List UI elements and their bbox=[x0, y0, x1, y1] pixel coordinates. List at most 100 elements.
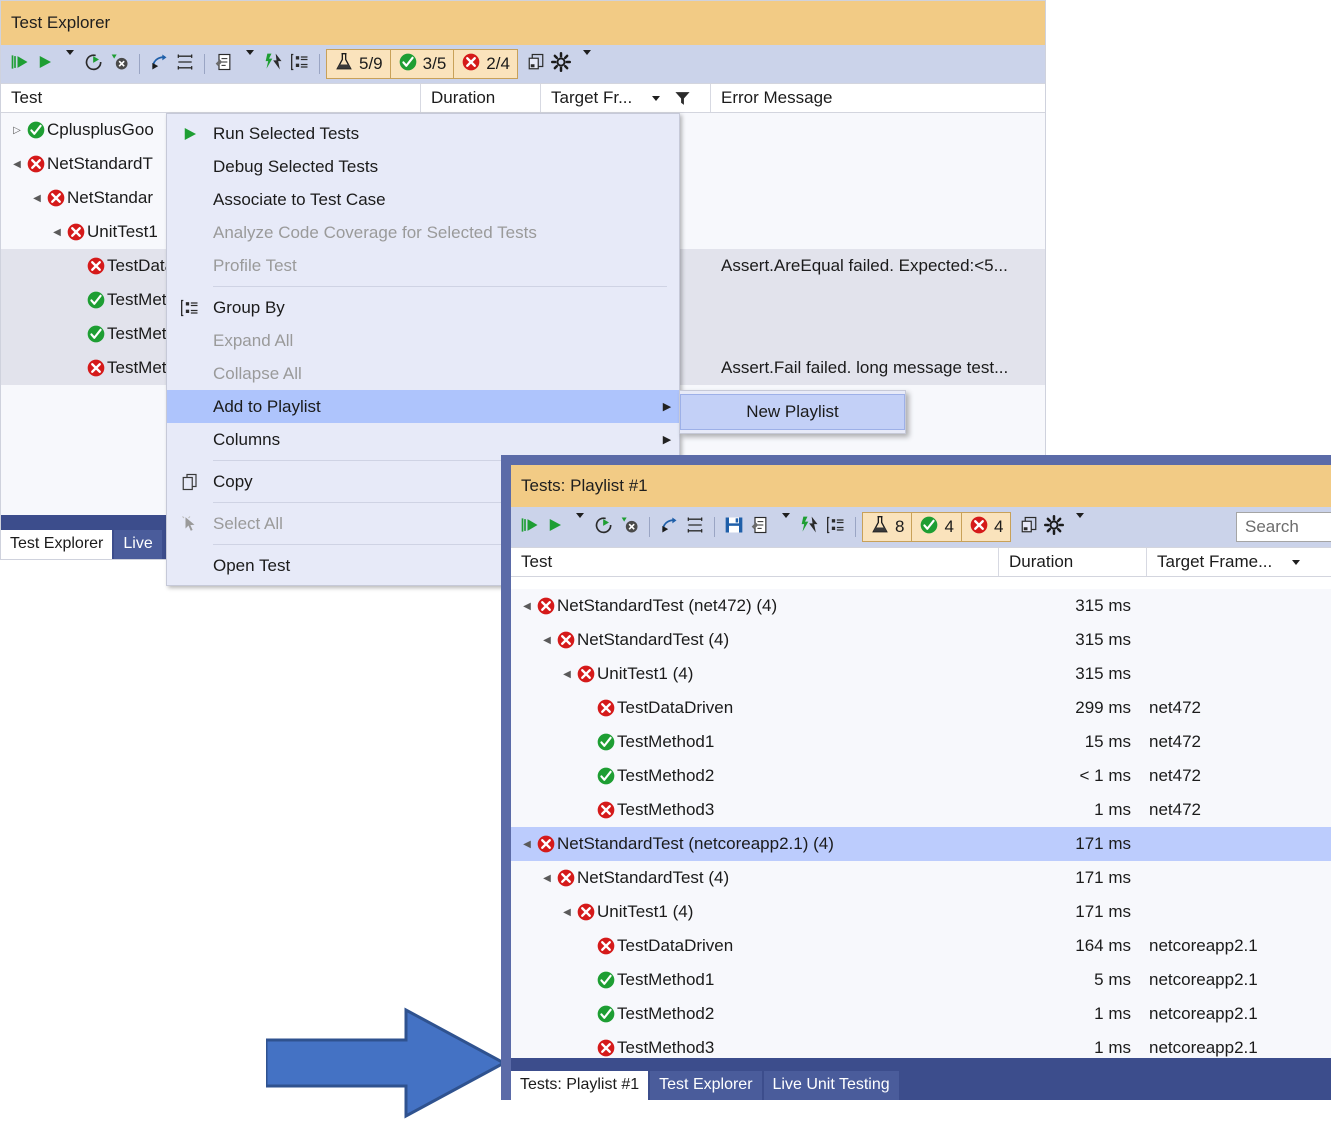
menu-item-associate-to-test-case[interactable]: Associate to Test Case bbox=[167, 183, 679, 216]
run-tests-button[interactable] bbox=[543, 513, 567, 541]
menu-item-run-selected-tests[interactable]: Run Selected Tests bbox=[167, 117, 679, 150]
failed-icon bbox=[555, 630, 577, 650]
table-row[interactable]: TestMethod3 1 ms net472 bbox=[511, 793, 1331, 827]
stop-test-run-button[interactable] bbox=[617, 513, 643, 541]
table-row[interactable]: TestMethod1 15 ms net472 bbox=[511, 725, 1331, 759]
error-message: Assert.Fail failed. long message test... bbox=[721, 358, 1009, 377]
menu-item-add-to-playlist[interactable]: Add to Playlist ▶ bbox=[167, 390, 679, 423]
run-after-build-button[interactable] bbox=[261, 50, 287, 78]
run-dropdown-button[interactable] bbox=[57, 50, 81, 78]
table-row[interactable]: ◀ NetStandardTest (net472) (4) 315 ms bbox=[511, 589, 1331, 623]
test-target-framework: net472 bbox=[1149, 732, 1201, 751]
menu-item-expand-all[interactable]: Expand All bbox=[167, 324, 679, 357]
table-row[interactable]: TestMethod3 1 ms netcoreapp2.1 bbox=[511, 1031, 1331, 1058]
funnel-icon[interactable] bbox=[674, 90, 691, 107]
table-row[interactable]: ◀ UnitTest1 (4) 315 ms bbox=[511, 657, 1331, 691]
menu-item-analyze-code-coverage[interactable]: Analyze Code Coverage for Selected Tests bbox=[167, 216, 679, 249]
test-name: NetStandardT bbox=[47, 154, 153, 173]
table-row[interactable]: ◀ NetStandardTest (4) 315 ms bbox=[511, 623, 1331, 657]
table-row[interactable]: TestDataDriven 164 ms netcoreapp2.1 bbox=[511, 929, 1331, 963]
settings-button[interactable] bbox=[548, 50, 574, 78]
run-after-build-button[interactable] bbox=[797, 513, 823, 541]
chevron-down-icon[interactable] bbox=[650, 95, 661, 101]
test-settings-dropdown-button[interactable] bbox=[773, 513, 797, 541]
tree-expander[interactable]: ◀ bbox=[539, 635, 555, 646]
run-tests-button[interactable] bbox=[33, 50, 57, 78]
column-header-test[interactable]: Test bbox=[511, 548, 999, 576]
gear-icon bbox=[550, 51, 571, 77]
settings-button[interactable] bbox=[1041, 513, 1067, 541]
tree-expander[interactable]: ◀ bbox=[29, 193, 45, 204]
tab-tests-playlist-1[interactable]: Tests: Playlist #1 bbox=[511, 1071, 649, 1100]
run-all-tests-button[interactable] bbox=[7, 50, 33, 78]
column-header-target-framework[interactable]: Target Frame... bbox=[1147, 548, 1331, 576]
tab-test-explorer[interactable]: Test Explorer bbox=[1, 530, 113, 559]
playlist-run-button[interactable] bbox=[656, 513, 682, 541]
run-dropdown-button[interactable] bbox=[567, 513, 591, 541]
tree-expander[interactable]: ▷ bbox=[9, 125, 25, 136]
table-row[interactable]: TestMethod1 5 ms netcoreapp2.1 bbox=[511, 963, 1331, 997]
output-window-button[interactable] bbox=[524, 50, 548, 78]
chevron-down-icon[interactable] bbox=[1290, 559, 1301, 565]
passed-tests-count[interactable]: 4 bbox=[912, 513, 962, 541]
settings-dropdown-button[interactable] bbox=[574, 50, 598, 78]
passed-tests-count[interactable]: 3/5 bbox=[391, 50, 455, 78]
passed-icon bbox=[398, 52, 418, 77]
column-header-error-message[interactable]: Error Message bbox=[711, 84, 1045, 112]
blue-arrow-annotation bbox=[266, 1007, 506, 1119]
tree-expander[interactable]: ◀ bbox=[519, 839, 535, 850]
expand-collapse-button[interactable] bbox=[172, 50, 198, 78]
tab-live-unit-testing[interactable]: Live bbox=[114, 530, 162, 559]
repeat-last-run-button[interactable] bbox=[591, 513, 617, 541]
run-all-tests-button[interactable] bbox=[517, 513, 543, 541]
table-row[interactable]: TestMethod2 < 1 ms net472 bbox=[511, 759, 1331, 793]
add-to-playlist-submenu[interactable]: New Playlist bbox=[679, 390, 906, 434]
playlist-run-button[interactable] bbox=[146, 50, 172, 78]
table-row[interactable]: ◀ NetStandardTest (4) 171 ms bbox=[511, 861, 1331, 895]
tab-live-unit-testing[interactable]: Live Unit Testing bbox=[763, 1071, 899, 1100]
column-header-test[interactable]: Test bbox=[1, 84, 421, 112]
tree-expander[interactable]: ◀ bbox=[9, 159, 25, 170]
table-row[interactable]: TestDataDriven 299 ms net472 bbox=[511, 691, 1331, 725]
tree-expander[interactable]: ◀ bbox=[519, 601, 535, 612]
output-window-button[interactable] bbox=[1017, 513, 1041, 541]
tree-expander[interactable]: ◀ bbox=[559, 907, 575, 918]
menu-item-debug-selected-tests[interactable]: Debug Selected Tests bbox=[167, 150, 679, 183]
failed-tests-count[interactable]: 4 bbox=[962, 513, 1010, 541]
test-settings-button[interactable] bbox=[747, 513, 773, 541]
menu-item-group-by[interactable]: Group By bbox=[167, 291, 679, 324]
menu-item-label: New Playlist bbox=[746, 402, 839, 421]
tree-expander[interactable]: ◀ bbox=[559, 669, 575, 680]
test-list-grid[interactable]: ◀ NetStandardTest (net472) (4) 315 ms ◀ NetS… bbox=[511, 589, 1331, 1058]
tree-expander[interactable]: ◀ bbox=[49, 227, 65, 238]
group-by-button[interactable] bbox=[287, 50, 313, 78]
tab-test-explorer[interactable]: Test Explorer bbox=[650, 1071, 762, 1100]
test-target-framework: netcoreapp2.1 bbox=[1149, 936, 1258, 955]
column-header-target-framework[interactable]: Target Fr... bbox=[541, 84, 711, 112]
test-settings-dropdown-button[interactable] bbox=[237, 50, 261, 78]
stop-test-run-button[interactable] bbox=[107, 50, 133, 78]
repeat-last-run-button[interactable] bbox=[81, 50, 107, 78]
tree-expander[interactable]: ◀ bbox=[539, 873, 555, 884]
test-target-framework: netcoreapp2.1 bbox=[1149, 1004, 1258, 1023]
table-row[interactable]: ◀ UnitTest1 (4) 171 ms bbox=[511, 895, 1331, 929]
total-tests-count[interactable]: 5/9 bbox=[327, 50, 391, 78]
save-playlist-button[interactable] bbox=[721, 513, 747, 541]
expand-collapse-button[interactable] bbox=[682, 513, 708, 541]
test-name: TestMet bbox=[107, 358, 167, 377]
test-name: TestMethod2 bbox=[617, 766, 715, 785]
failed-tests-count[interactable]: 2/4 bbox=[454, 50, 517, 78]
menu-item-profile-test[interactable]: Profile Test bbox=[167, 249, 679, 282]
search-input[interactable]: Search bbox=[1236, 512, 1331, 542]
column-header-duration[interactable]: Duration bbox=[421, 84, 541, 112]
menu-item-columns[interactable]: Columns ▶ bbox=[167, 423, 679, 456]
column-header-duration[interactable]: Duration bbox=[999, 548, 1147, 576]
total-tests-count[interactable]: 8 bbox=[863, 513, 913, 541]
table-row[interactable]: ◀ NetStandardTest (netcoreapp2.1) (4) 171 … bbox=[511, 827, 1331, 861]
settings-dropdown-button[interactable] bbox=[1067, 513, 1091, 541]
table-row[interactable]: TestMethod2 1 ms netcoreapp2.1 bbox=[511, 997, 1331, 1031]
test-settings-button[interactable] bbox=[211, 50, 237, 78]
menu-item-collapse-all[interactable]: Collapse All bbox=[167, 357, 679, 390]
group-by-button[interactable] bbox=[823, 513, 849, 541]
menu-item-new-playlist[interactable]: New Playlist bbox=[680, 394, 905, 430]
